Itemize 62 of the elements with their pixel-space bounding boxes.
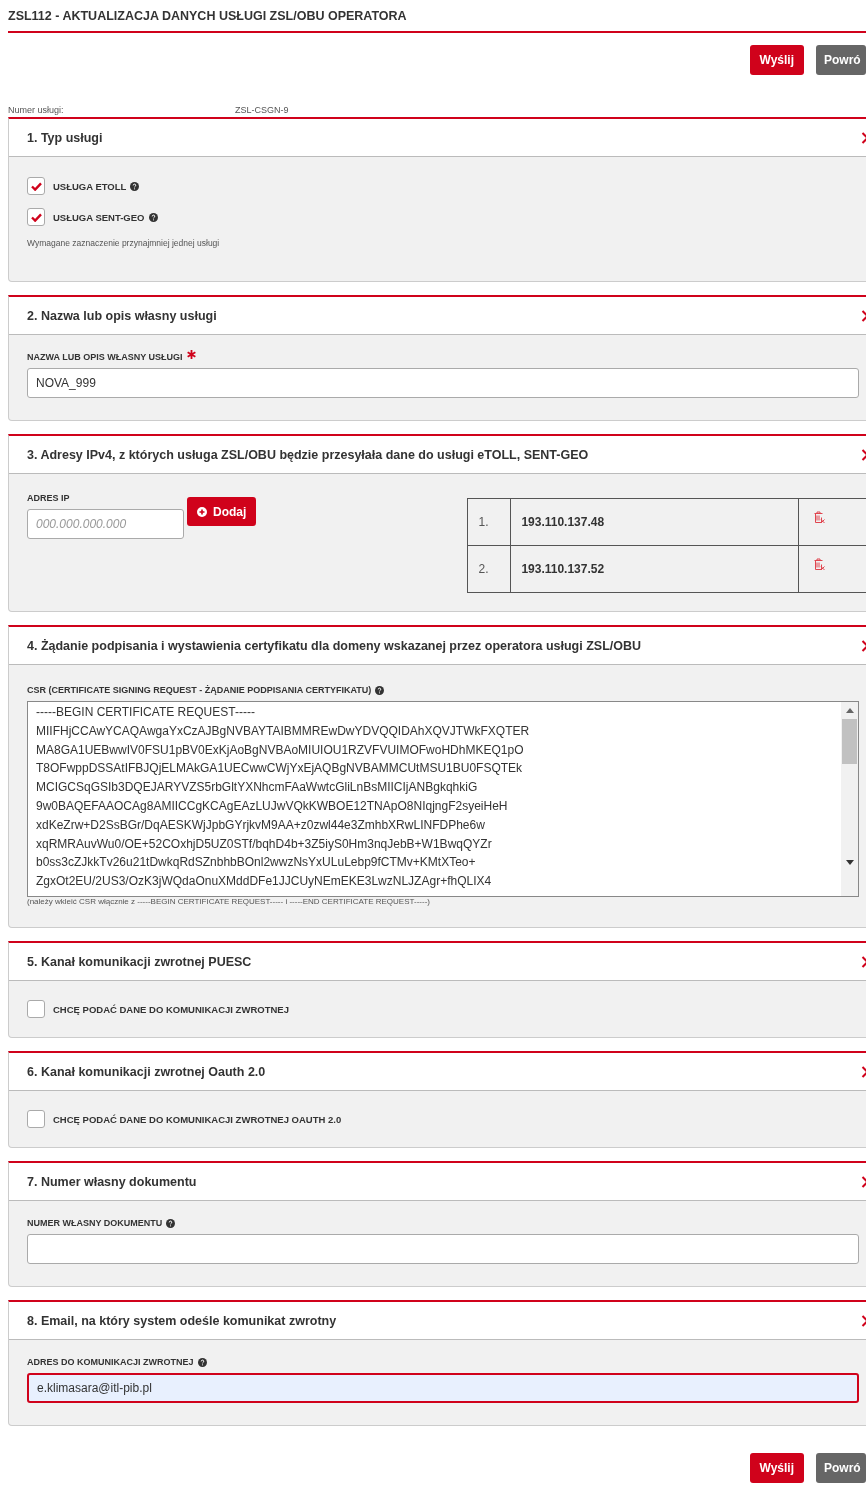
help-icon[interactable]	[197, 1357, 207, 1367]
text-area[interactable]: -----BEGIN CERTIFICATE REQUEST----- MIIFHjCCAwYCAQAwgaYxCzAJBgNVBAYTAIBMMREwDwYDVQQIDAhXQVJTWkFXQTER MA8GA1UEBwwIV0FSU1pBV0ExKjAoBgNVBAoMIUIOU1RZVFVUIMOFwoHDhMKEQ1pO T8OFwppDSSAtIFBJQjELMAkGA1UECwwCWjYxEjAQBgNVBAMMCUtMSU1BU0FSQTEk MCIGCSqGSIb3DQEJARYVZS5rbGltYXNhcmFAaWwtcGliLnBsMIICIjANBgkqhkiG 9w0BAQEFAAOCAg8AMIICCgKCAgEAzLUJwVQkKWBOE12TNApO8NIqjngF2syeiHeH xdKeZrw+D2SsBGr/DqAESKWjJpbGYrjkvM9AA+z0zwl44e3ZmhbXRwLINFDPhe6w xqRMRAuvWu0/OE+52COxhjD5UZ0STf/bqhD4b+3Z5iyS0Hm3nqJebB+W1BwqQYZr b0ss3cZJkkTv26u21tDwkqRdSZnbhbBOnl2wwzNsYxULuLebp9fCTMv+KMtXTeo+ ZgxOt2EU/2US3/OzK3jWQdaOnuXMddDFe1JJCUyNEmEKE3LwzNLJZAgr+fhQLIX4	[27, 701, 859, 897]
scrollbar-thumb[interactable]	[842, 719, 857, 764]
add-button[interactable]: Dodaj	[187, 497, 257, 526]
ip-address-field[interactable]: 000.000.000.000	[27, 509, 184, 539]
section-title: 3. Adresy IPv4, z których usługa ZSL/OBU będzie przesyłała dane do usługi eTOLL, SENT-GEO	[27, 447, 589, 462]
checkbox-label: USŁUGA ETOLL	[53, 180, 127, 192]
section-header[interactable]: 4. Żądanie podpisania i wystawienia certyfikatu dla domeny wskazanej przez operatora usługi ZSL/OBU	[9, 627, 866, 665]
back-button[interactable]: Powró	[816, 45, 866, 75]
section-header[interactable]: 8. Email, na który system odeśle komunikat zwrotny	[9, 1302, 866, 1340]
help-icon[interactable]	[130, 181, 140, 191]
section-header[interactable]: 2. Nazwa lub opis własny usługi	[9, 297, 866, 335]
table-cell: 193.110.137.52	[510, 545, 799, 593]
section-header[interactable]: 1. Typ usługi	[9, 119, 866, 157]
send-button[interactable]: Wyślij	[749, 1453, 804, 1483]
field-label: ADRES IP	[27, 493, 70, 503]
checkbox-label: CHCĘ PODAĆ DANE DO KOMUNIKACJI ZWROTNEJ	[53, 1003, 289, 1015]
send-button[interactable]: Wyślij	[749, 45, 804, 75]
section-title: 6. Kanał komunikacji zwrotnej Oauth 2.0	[27, 1064, 266, 1079]
section-header[interactable]: 3. Adresy IPv4, z których usługa ZSL/OBU będzie przesyłała dane do usługi eTOLL, SENT-GEO	[9, 436, 866, 474]
field-label: CSR (CERTIFICATE SIGNING REQUEST - ŻĄDANIE PODPISANIA CERTYFIKATU)	[27, 685, 372, 695]
help-icon[interactable]	[148, 212, 158, 222]
section-title: 7. Numer własny dokumentu	[27, 1174, 197, 1189]
checkbox[interactable]	[27, 1110, 45, 1128]
help-icon[interactable]	[375, 685, 385, 695]
checkbox-label: USŁUGA SENT-GEO	[53, 211, 145, 223]
checkmark-icon	[30, 212, 42, 222]
service-number-value: ZSL-CSGN-9	[235, 105, 289, 115]
table-cell: 193.110.137.48	[510, 498, 799, 546]
scroll-up-icon[interactable]	[845, 708, 854, 713]
plus-circle-icon	[197, 506, 207, 517]
table-cell: 1.	[467, 498, 511, 546]
section-title: 8. Email, na który system odeśle komunikat zwrotny	[27, 1313, 337, 1328]
section-title: 5. Kanał komunikacji zwrotnej PUESC	[27, 954, 252, 969]
text-field[interactable]	[27, 1234, 859, 1264]
section-header[interactable]: 6. Kanał komunikacji zwrotnej Oauth 2.0	[9, 1053, 866, 1091]
back-button[interactable]: Powró	[816, 1453, 866, 1483]
checkmark-icon	[30, 181, 42, 191]
hint-text: (należy wkleić CSR włącznie z -----BEGIN CERTIFICATE REQUEST----- i -----END CERTIFICATE REQUEST-----)	[27, 897, 431, 906]
section-header[interactable]: 5. Kanał komunikacji zwrotnej PUESC	[9, 943, 866, 981]
delete-icon[interactable]	[813, 511, 826, 524]
section-title: 2. Nazwa lub opis własny usługi	[27, 308, 217, 323]
delete-icon[interactable]	[813, 558, 826, 571]
field-label: ADRES DO KOMUNIKACJI ZWROTNEJ	[27, 1357, 194, 1367]
scroll-down-icon[interactable]	[845, 860, 854, 865]
checkbox-label: CHCĘ PODAĆ DANE DO KOMUNIKACJI ZWROTNEJ OAUTH 2.0	[53, 1113, 342, 1125]
checkbox[interactable]	[27, 177, 45, 195]
text-field[interactable]: e.klimasara@itl-pib.pl	[27, 1373, 859, 1403]
page-title: ZSL112 - AKTUALIZACJA DANYCH USŁUGI ZSL/OBU OPERATORA	[8, 0, 866, 33]
help-icon[interactable]	[166, 1218, 176, 1228]
section-title: 1. Typ usługi	[27, 130, 103, 145]
section-title: 4. Żądanie podpisania i wystawienia certyfikatu dla domeny wskazanej przez operatora usługi ZSL/OBU	[27, 638, 642, 653]
service-number-label: Numer usługi:	[8, 105, 65, 115]
scrollbar[interactable]	[841, 702, 858, 896]
checkbox[interactable]	[27, 1000, 45, 1018]
hint-text: Wymagane zaznaczenie przynajmniej jednej usługi	[27, 238, 221, 248]
table-cell: 2.	[467, 545, 511, 593]
section-header[interactable]: 7. Numer własny dokumentu	[9, 1163, 866, 1201]
field-label: NUMER WŁASNY DOKUMENTU	[27, 1218, 163, 1228]
checkbox[interactable]	[27, 208, 45, 226]
field-label: NAZWA LUB OPIS WŁASNY USŁUGI	[27, 352, 183, 362]
text-field[interactable]: NOVA_999	[27, 368, 859, 398]
